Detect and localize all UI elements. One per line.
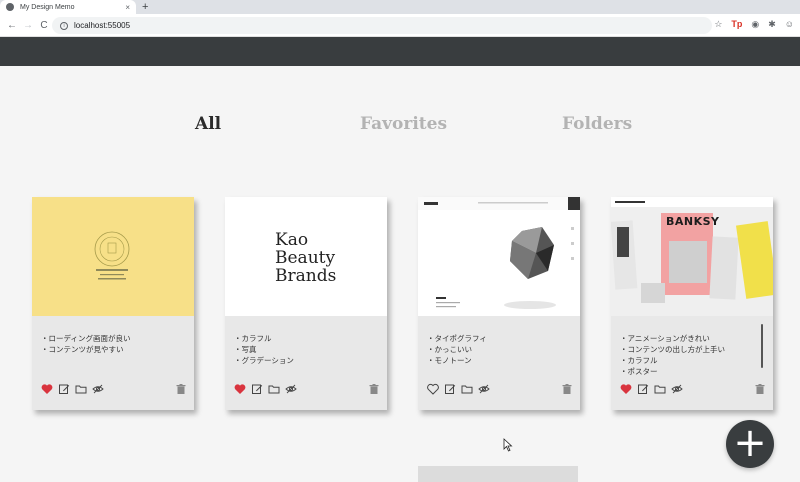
browser-tab[interactable]: My Design Memo × <box>0 0 136 14</box>
folder-icon[interactable] <box>268 383 280 395</box>
note-item: かっこいい <box>427 344 487 355</box>
edit-icon[interactable] <box>251 383 263 395</box>
globe-icon <box>6 3 14 11</box>
heart-filled-icon[interactable] <box>41 383 53 395</box>
note-item: カラフル <box>234 333 294 344</box>
edit-icon[interactable] <box>444 383 456 395</box>
note-item: アニメーションがきれい <box>620 333 725 344</box>
next-card-preview <box>418 466 578 482</box>
info-icon[interactable]: i <box>60 21 68 30</box>
cursor-pointer-icon <box>503 438 513 452</box>
profile-avatar-icon[interactable]: ☺ <box>785 19 794 30</box>
trash-icon[interactable] <box>754 383 766 395</box>
card-body: アニメーションがきれい コンテンツの出し方が上手い カラフル ポスター <box>611 316 773 410</box>
add-memo-button[interactable]: + <box>726 420 774 468</box>
eye-slash-icon[interactable] <box>671 383 683 395</box>
plus-icon: + <box>733 419 767 466</box>
brand-logo-text: Kao Beauty Brands <box>275 231 336 285</box>
new-tab-button[interactable]: + <box>142 0 148 14</box>
extensions-puzzle-icon[interactable]: ✱ <box>768 19 776 30</box>
url-text: localhost:55005 <box>74 21 131 30</box>
heart-filled-icon[interactable] <box>234 383 246 395</box>
note-list: カラフル 写真 グラデーション <box>234 333 294 366</box>
card-actions <box>41 382 187 396</box>
tab-close-icon[interactable]: × <box>125 3 130 12</box>
memo-card[interactable]: Kao Beauty Brands カラフル 写真 グラデーション <box>225 197 387 410</box>
browser-toolbar: ← → C i localhost:55005 ☆ Tp ◉ ✱ ☺ <box>0 14 800 37</box>
heart-filled-icon[interactable] <box>620 383 632 395</box>
brand-logo-line: Beauty <box>275 248 336 268</box>
note-item: 写真 <box>234 344 294 355</box>
note-item: ポスター <box>620 366 725 377</box>
memo-card[interactable]: ローディング画面が良い コンテンツが見やすい <box>32 197 194 410</box>
edit-icon[interactable] <box>637 383 649 395</box>
eye-slash-icon[interactable] <box>478 383 490 395</box>
note-item: ローディング画面が良い <box>41 333 131 344</box>
extension-circle-icon[interactable]: ◉ <box>751 19 759 30</box>
card-body: タイポグラフィ かっこいい モノトーン <box>418 316 580 410</box>
bookmark-star-icon[interactable]: ☆ <box>714 19 722 30</box>
note-item: コンテンツの出し方が上手い <box>620 344 726 355</box>
toolbar-actions: ☆ Tp ◉ ✱ ☺ <box>714 19 794 30</box>
card-thumbnail[interactable] <box>32 197 194 316</box>
eye-slash-icon[interactable] <box>92 383 104 395</box>
folder-icon[interactable] <box>461 383 473 395</box>
note-item: モノトーン <box>427 355 487 366</box>
address-bar[interactable]: i localhost:55005 <box>52 17 712 34</box>
brand-logo-line: Kao <box>275 230 309 250</box>
card-actions <box>427 382 573 396</box>
folder-icon[interactable] <box>654 383 666 395</box>
trash-icon[interactable] <box>175 383 187 395</box>
app-header <box>0 37 800 66</box>
tab-favorites[interactable]: Favorites <box>360 114 447 134</box>
category-tabs: All Favorites Folders <box>0 114 800 140</box>
reload-icon[interactable]: C <box>36 20 52 31</box>
note-list: タイポグラフィ かっこいい モノトーン <box>427 333 487 366</box>
logo-emblem-image <box>94 231 130 280</box>
trash-icon[interactable] <box>368 383 380 395</box>
poster-title: BANKSY <box>666 215 720 228</box>
note-item: カラフル <box>620 355 725 366</box>
extension-icon[interactable]: Tp <box>731 19 742 30</box>
note-item: タイポグラフィ <box>427 333 487 344</box>
brand-logo-line: Brands <box>275 266 337 286</box>
card-body: カラフル 写真 グラデーション <box>225 316 387 410</box>
note-item: グラデーション <box>234 355 294 366</box>
card-actions <box>620 382 766 396</box>
site-screenshot-image <box>418 197 580 309</box>
memo-card[interactable]: BANKSY アニメーションがきれい コンテンツの出し方が上手い カラフル ポス… <box>611 197 773 410</box>
forward-icon[interactable]: → <box>20 20 36 31</box>
tab-all[interactable]: All <box>195 114 221 134</box>
card-thumbnail[interactable] <box>418 197 580 316</box>
eye-slash-icon[interactable] <box>285 383 297 395</box>
card-actions <box>234 382 380 396</box>
card-body: ローディング画面が良い コンテンツが見やすい <box>32 316 194 410</box>
trash-icon[interactable] <box>561 383 573 395</box>
memo-card[interactable]: タイポグラフィ かっこいい モノトーン <box>418 197 580 410</box>
card-thumbnail[interactable]: Kao Beauty Brands <box>225 197 387 316</box>
note-list: ローディング画面が良い コンテンツが見やすい <box>41 333 131 355</box>
folder-icon[interactable] <box>75 383 87 395</box>
back-icon[interactable]: ← <box>4 20 20 31</box>
tab-folders[interactable]: Folders <box>562 114 632 134</box>
tab-title: My Design Memo <box>20 3 75 11</box>
notes-scrollbar[interactable] <box>761 324 763 368</box>
card-thumbnail[interactable]: BANKSY <box>611 197 773 316</box>
heart-outline-icon[interactable] <box>427 383 439 395</box>
edit-icon[interactable] <box>58 383 70 395</box>
note-list: アニメーションがきれい コンテンツの出し方が上手い カラフル ポスター <box>620 333 726 377</box>
note-item: コンテンツが見やすい <box>41 344 130 355</box>
browser-tabbar: My Design Memo × + <box>0 0 800 14</box>
